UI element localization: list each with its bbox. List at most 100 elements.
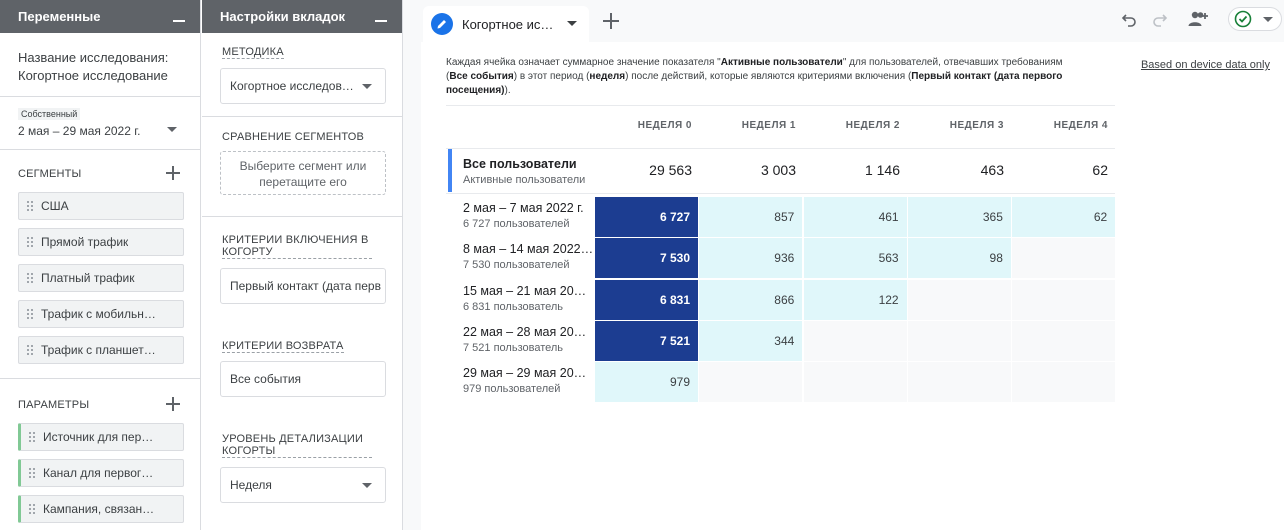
column-header[interactable]: НЕДЕЛЯ 1 xyxy=(699,120,803,131)
granularity-select-value: Неделя xyxy=(230,478,272,492)
segment-chip[interactable]: США xyxy=(18,192,184,220)
segment-chip-label: США xyxy=(41,199,69,213)
desc-metric: Активные пользователи xyxy=(720,57,843,68)
check-circle-icon xyxy=(1234,10,1252,28)
tab-cohort[interactable]: Когортное ис… xyxy=(423,6,589,42)
parameter-chip[interactable]: Источник для пер… xyxy=(18,423,184,451)
share-users-icon[interactable] xyxy=(1186,9,1212,29)
chevron-down-icon[interactable] xyxy=(567,21,577,26)
divider xyxy=(0,378,200,379)
date-range-picker[interactable]: 2 мая – 29 мая 2022 г. xyxy=(18,124,140,138)
variables-panel: Переменные Название исследования: Когорт… xyxy=(0,0,201,530)
redo-icon[interactable] xyxy=(1150,9,1170,29)
tab-settings-panel: Настройки вкладок МЕТОДИКА Когортное исс… xyxy=(202,0,403,530)
undo-icon[interactable] xyxy=(1119,9,1139,29)
granularity-label: УРОВЕНЬ ДЕТАЛИЗАЦИИ КОГОРТЫ xyxy=(222,433,372,458)
parameter-chip[interactable]: Кампания, связан… xyxy=(18,495,184,523)
cohort-cell xyxy=(1012,320,1116,361)
pencil-icon[interactable] xyxy=(431,13,453,35)
segments-header: СЕГМЕНТЫ xyxy=(18,168,82,180)
drag-handle-icon[interactable] xyxy=(26,344,34,356)
desc-text: Каждая ячейка означает суммарное значени… xyxy=(446,57,721,68)
cohort-cell[interactable]: 62 xyxy=(1012,197,1116,237)
cohort-cell[interactable]: 857 xyxy=(699,197,803,237)
column-header[interactable]: НЕДЕЛЯ 2 xyxy=(803,120,907,131)
cohort-cell[interactable]: 866 xyxy=(699,279,803,320)
divider xyxy=(0,96,200,97)
variables-panel-title: Переменные xyxy=(18,9,101,24)
cohort-cell[interactable]: 7 530 xyxy=(595,238,698,279)
drag-handle-icon[interactable] xyxy=(26,200,34,212)
return-criteria-field[interactable]: Все события xyxy=(220,361,386,397)
cohort-row-title: 2 мая – 7 мая 2022 г. xyxy=(463,201,584,215)
cohort-cell xyxy=(1012,362,1116,403)
add-parameter-plus-icon[interactable] xyxy=(165,396,181,412)
segment-chip[interactable]: Платный трафик xyxy=(18,264,184,292)
desc-return-criteria: Все события xyxy=(449,71,514,82)
desc-text: ). xyxy=(504,85,511,96)
cohort-cell[interactable]: 6 831 xyxy=(595,279,698,320)
total-value: 1 146 xyxy=(864,162,900,178)
parameter-chip-label: Кампания, связан… xyxy=(43,502,155,516)
total-value: 62 xyxy=(1092,162,1108,178)
status-button[interactable] xyxy=(1228,7,1282,31)
parameters-header: ПАРАМЕТРЫ xyxy=(18,399,90,411)
chevron-down-icon[interactable] xyxy=(166,126,178,134)
drag-handle-icon[interactable] xyxy=(26,236,34,248)
device-data-link[interactable]: Based on device data only xyxy=(1141,59,1270,71)
drag-handle-icon[interactable] xyxy=(28,431,36,443)
cohort-cell[interactable]: 344 xyxy=(699,320,803,361)
report-canvas: Каждая ячейка означает суммарное значени… xyxy=(421,42,1284,530)
segment-chip[interactable]: Прямой трафик xyxy=(18,228,184,256)
cohort-cell[interactable]: 563 xyxy=(803,238,907,279)
study-name-value[interactable]: Когортное исследование xyxy=(18,68,168,83)
cohort-cell[interactable]: 365 xyxy=(907,197,1011,237)
cohort-cell xyxy=(803,362,907,403)
divider xyxy=(202,216,402,217)
main-area: Когортное ис… Каждая ячейка означает сум… xyxy=(403,0,1284,530)
cohort-cell[interactable]: 979 xyxy=(595,362,698,403)
divider xyxy=(202,116,402,117)
drag-handle-icon[interactable] xyxy=(28,467,36,479)
return-criteria-label: КРИТЕРИИ ВОЗВРАТА xyxy=(222,340,344,353)
parameter-chip[interactable]: Канал для первог… xyxy=(18,459,184,487)
drag-handle-icon[interactable] xyxy=(26,272,34,284)
total-row-subtitle: Активные пользователи xyxy=(463,174,586,186)
add-tab-icon[interactable] xyxy=(602,12,620,30)
cohort-cell xyxy=(1012,238,1116,279)
add-segment-plus-icon[interactable] xyxy=(165,165,181,181)
drag-handle-icon[interactable] xyxy=(26,308,34,320)
minimize-icon[interactable] xyxy=(374,10,388,24)
cohort-cell[interactable]: 122 xyxy=(803,279,907,320)
cohort-cell[interactable]: 7 521 xyxy=(595,320,698,361)
cohort-cell xyxy=(907,279,1011,320)
total-value: 29 563 xyxy=(649,162,692,178)
table-rule xyxy=(446,148,1115,149)
column-header[interactable]: НЕДЕЛЯ 4 xyxy=(1011,120,1115,131)
method-select-value: Когортное исследова… xyxy=(230,79,358,93)
inclusion-criteria-field[interactable]: Первый контакт (дата перв xyxy=(220,268,386,304)
segment-chip[interactable]: Трафик с планшет… xyxy=(18,336,184,364)
tab-settings-header: Настройки вкладок xyxy=(202,0,402,33)
method-select[interactable]: Когортное исследова… xyxy=(220,68,386,104)
segment-drop-zone[interactable]: Выберите сегмент или перетащите его xyxy=(220,151,386,195)
cohort-cell[interactable]: 461 xyxy=(803,197,907,237)
desc-granularity: неделя xyxy=(589,71,626,82)
total-value: 3 003 xyxy=(760,162,796,178)
granularity-select[interactable]: Неделя xyxy=(220,467,386,503)
drag-handle-icon[interactable] xyxy=(28,503,36,515)
segment-chip-label: Платный трафик xyxy=(41,271,135,285)
column-header[interactable]: НЕДЕЛЯ 3 xyxy=(907,120,1011,131)
minimize-icon[interactable] xyxy=(172,10,186,24)
date-chip-label: Собственный xyxy=(18,108,81,120)
cohort-cell[interactable]: 6 727 xyxy=(595,197,698,237)
parameter-chip-label: Канал для первог… xyxy=(43,466,154,480)
cohort-cell[interactable]: 936 xyxy=(699,238,803,279)
segment-chip[interactable]: Трафик с мобильн… xyxy=(18,300,184,328)
report-description: Каждая ячейка означает суммарное значени… xyxy=(446,56,1086,98)
cohort-cell xyxy=(803,320,907,361)
cohort-cell[interactable]: 98 xyxy=(907,238,1011,279)
column-header[interactable]: НЕДЕЛЯ 0 xyxy=(595,120,699,131)
chevron-down-icon[interactable] xyxy=(1263,17,1273,22)
total-row-accent xyxy=(448,149,452,192)
